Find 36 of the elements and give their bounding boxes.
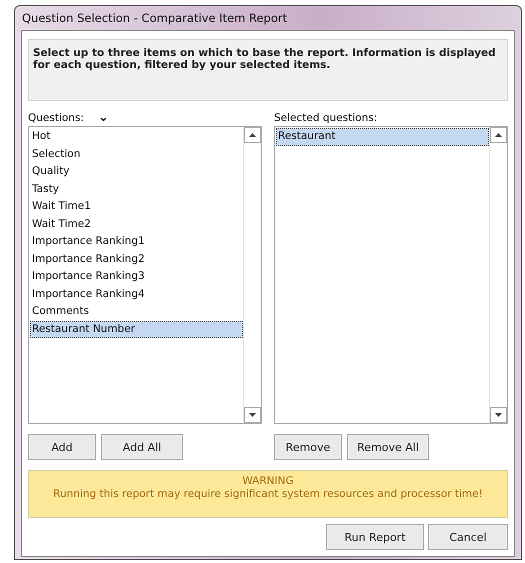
list-item[interactable]: Importance Ranking2 bbox=[30, 250, 243, 268]
add-button[interactable]: Add bbox=[28, 434, 96, 460]
list-item[interactable]: Restaurant bbox=[276, 128, 489, 146]
cancel-button[interactable]: Cancel bbox=[428, 524, 508, 550]
list-item[interactable]: Comments bbox=[30, 303, 243, 320]
scroll-up-button[interactable] bbox=[490, 127, 507, 143]
scroll-up-button[interactable] bbox=[244, 127, 261, 143]
list-item[interactable]: Tasty bbox=[30, 180, 243, 198]
list-item[interactable]: Quality bbox=[30, 163, 243, 180]
scroll-down-button[interactable] bbox=[490, 407, 507, 423]
list-item[interactable]: Importance Ranking1 bbox=[30, 233, 243, 250]
list-label: Questions: bbox=[28, 112, 84, 124]
list-item[interactable]: Importance Ranking3 bbox=[30, 268, 243, 286]
up-arrow-icon bbox=[249, 133, 256, 137]
window-title: Question Selection - Comparative Item Report bbox=[22, 11, 288, 25]
down-arrow-icon bbox=[495, 413, 502, 417]
down-arrow-icon bbox=[249, 413, 256, 417]
warning-title: WARNING bbox=[242, 475, 294, 487]
list-item[interactable]: Importance Ranking4 bbox=[30, 286, 243, 303]
list-box[interactable]: Restaurant bbox=[274, 126, 508, 424]
list-item[interactable]: Hot bbox=[30, 128, 243, 146]
run-report-button[interactable]: Run Report bbox=[326, 524, 424, 550]
scroll-down-button[interactable] bbox=[244, 407, 261, 423]
list-item[interactable]: Restaurant Number bbox=[30, 320, 243, 338]
chevron-icon[interactable]: ⌄ bbox=[98, 112, 109, 122]
list-box[interactable]: Hot Selection Quality Tasty Wait Time1 Wait Time2 Importance Ranking1 Importance Ranking2 Importance Ranking3 Importance Ranking4 Comments Restaurant Number bbox=[28, 126, 262, 424]
list-label: Selected questions: bbox=[274, 112, 378, 124]
remove-button[interactable]: Remove bbox=[274, 434, 342, 460]
warning-message: Running this report may require significant system resources and processor time! bbox=[53, 488, 483, 500]
list-item[interactable]: Selection bbox=[30, 146, 243, 163]
instructions-text: Select up to three items on which to base the report. Information is displayed for each question, filtered by your selected items. bbox=[28, 39, 508, 101]
add-all-button[interactable]: Add All bbox=[101, 434, 183, 460]
list-item[interactable]: Wait Time1 bbox=[30, 198, 243, 216]
remove-all-button[interactable]: Remove All bbox=[347, 434, 429, 460]
list-item[interactable]: Wait Time2 bbox=[30, 216, 243, 233]
up-arrow-icon bbox=[495, 133, 502, 137]
